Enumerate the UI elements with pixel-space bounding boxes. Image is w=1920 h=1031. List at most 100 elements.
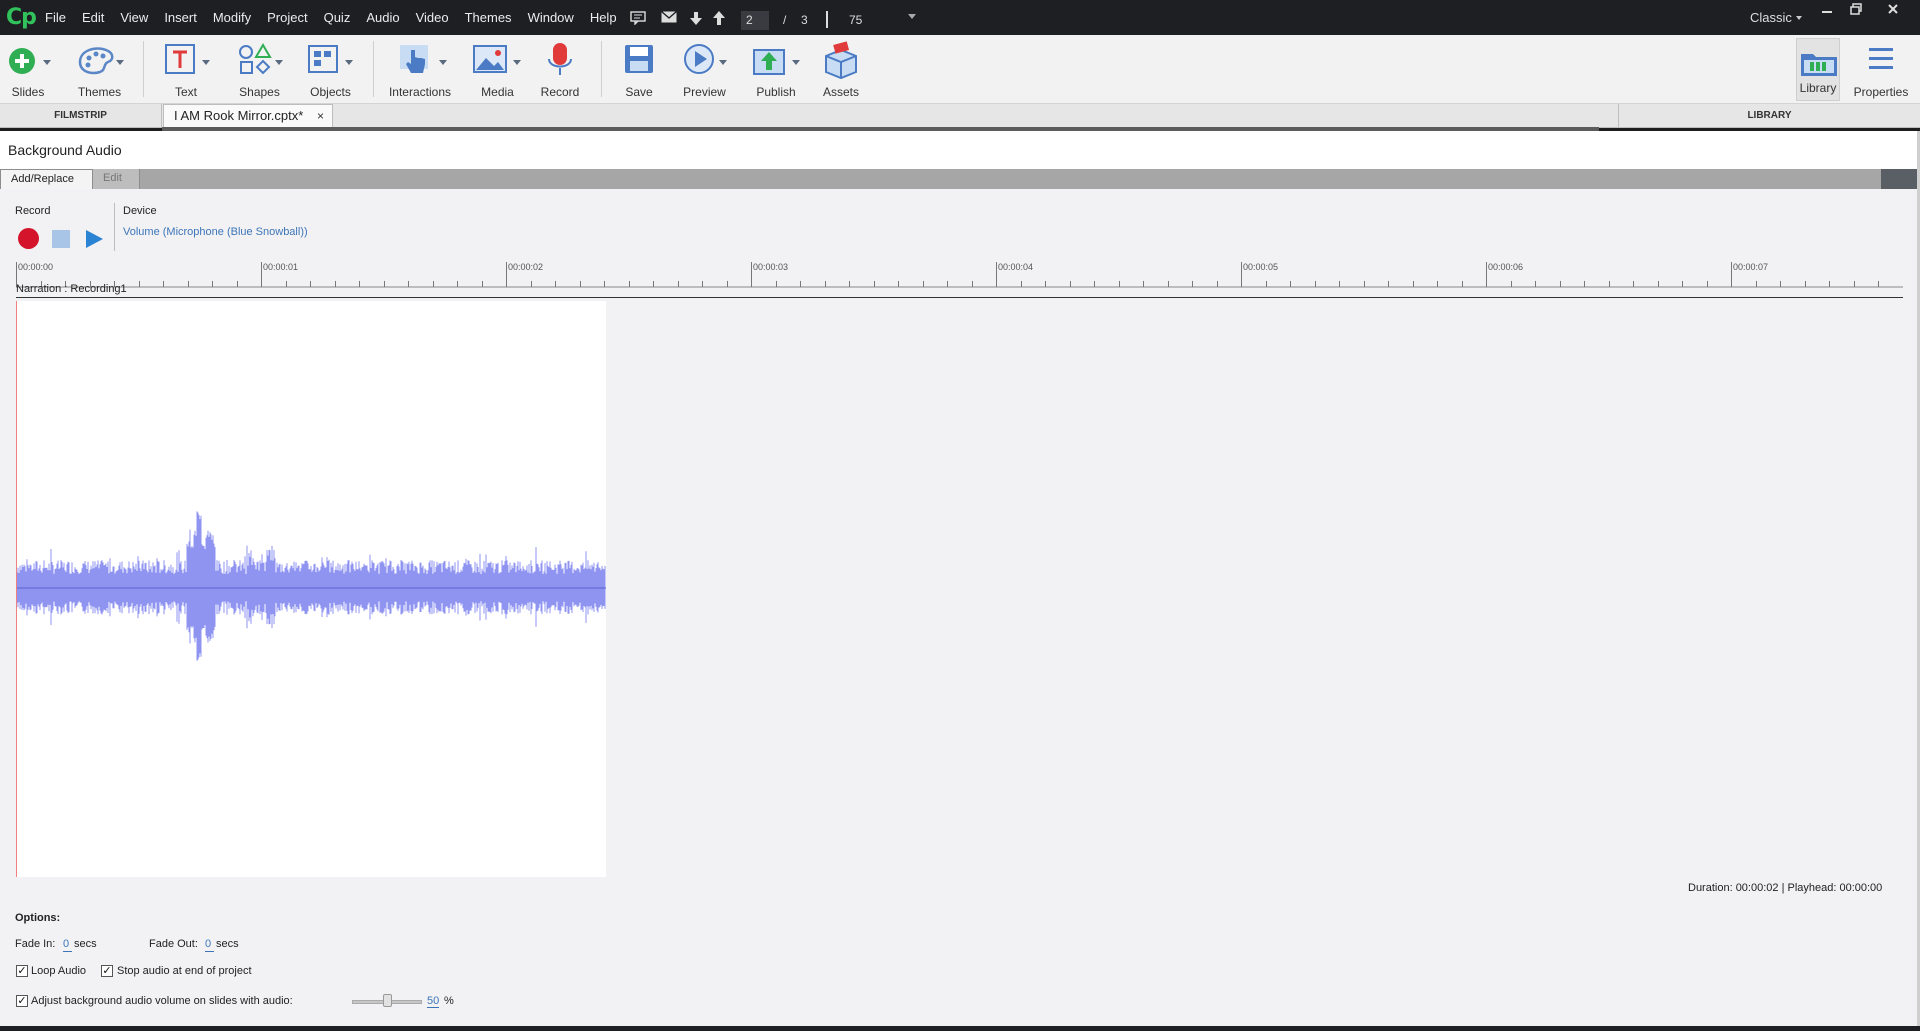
record-audio-button[interactable] <box>18 228 39 249</box>
tab-close-icon[interactable]: × <box>317 109 324 123</box>
library-tab[interactable]: LIBRARY <box>1618 104 1920 128</box>
dialog-title: Background Audio <box>8 142 122 158</box>
menu-modify[interactable]: Modify <box>213 10 251 25</box>
previous-slide-icon[interactable] <box>713 11 725 28</box>
toolbar-separator <box>601 41 602 97</box>
save-icon <box>615 40 663 80</box>
assets-button[interactable]: Assets <box>816 35 866 104</box>
menu-audio[interactable]: Audio <box>366 10 399 25</box>
ruler-label: 00:00:03 <box>753 262 789 272</box>
close-icon[interactable] <box>1882 2 1904 22</box>
volume-input[interactable]: 50 <box>427 995 440 1008</box>
palette-icon <box>72 40 127 80</box>
record-button[interactable]: Record <box>535 35 585 104</box>
background-audio-dialog: Background Audio Add/Replace Edit Record… <box>0 131 1917 1026</box>
filmstrip-tab[interactable]: FILMSTRIP <box>0 104 162 128</box>
timeline-ruler[interactable] <box>16 260 1903 288</box>
properties-button[interactable]: Properties <box>1853 35 1909 104</box>
stop-audio-checkbox[interactable]: ✓ <box>101 965 113 977</box>
menu-themes[interactable]: Themes <box>465 10 512 25</box>
device-link[interactable]: Volume (Microphone (Blue Snowball)) <box>123 226 308 238</box>
menu-list: File Edit View Insert Modify Project Qui… <box>45 0 633 35</box>
fade-in-input[interactable]: 0 <box>63 938 72 952</box>
hamburger-icon <box>1853 40 1909 80</box>
menu-project[interactable]: Project <box>267 10 307 25</box>
volume-unit: % <box>444 995 454 1007</box>
menu-view[interactable]: View <box>120 10 148 25</box>
comment-icon[interactable] <box>630 11 646 28</box>
ruler-label: 00:00:06 <box>1488 262 1524 272</box>
menu-window[interactable]: Window <box>528 10 574 25</box>
library-button[interactable]: Library <box>1796 38 1840 101</box>
track-divider <box>16 297 1903 298</box>
media-button[interactable]: Media <box>470 35 525 104</box>
menu-insert[interactable]: Insert <box>164 10 197 25</box>
ruler-label: 00:00:00 <box>18 262 54 272</box>
workspace-dropdown-icon[interactable] <box>1796 16 1802 20</box>
zoom-dropdown-icon[interactable] <box>908 14 916 19</box>
text-icon <box>160 40 212 80</box>
record-label: Record <box>15 205 51 217</box>
tabstrip-end <box>1881 169 1917 189</box>
slide-separator: / <box>783 13 787 27</box>
assets-icon <box>816 40 866 80</box>
fade-out-input[interactable]: 0 <box>205 938 214 952</box>
microphone-icon <box>535 40 585 80</box>
play-circle-icon <box>677 40 732 80</box>
adjust-volume-checkbox[interactable]: ✓ <box>16 995 28 1007</box>
options-title: Options: <box>15 912 61 924</box>
volume-slider-thumb[interactable] <box>383 994 392 1007</box>
record-device-divider <box>114 203 115 251</box>
fade-in-unit: secs <box>74 938 97 950</box>
fade-out-unit: secs <box>216 938 239 950</box>
tab-add-replace[interactable]: Add/Replace <box>0 169 93 189</box>
shapes-button[interactable]: Shapes <box>232 35 287 104</box>
adjust-volume-label: Adjust background audio volume on slides… <box>31 995 293 1007</box>
menu-file[interactable]: File <box>45 10 66 25</box>
objects-icon <box>303 40 358 80</box>
play-audio-button[interactable] <box>86 230 103 248</box>
document-tab-title: I AM Rook Mirror.cptx* <box>174 108 304 123</box>
next-slide-icon[interactable] <box>690 11 702 28</box>
dialog-tabs: Add/Replace Edit <box>0 169 1917 189</box>
app-logo: Cp <box>6 5 37 30</box>
themes-button[interactable]: Themes <box>72 35 127 104</box>
zoom-level[interactable]: 75 <box>849 13 862 27</box>
menu-quiz[interactable]: Quiz <box>324 10 351 25</box>
shapes-icon <box>232 40 287 80</box>
menu-edit[interactable]: Edit <box>82 10 104 25</box>
slide-number-input[interactable]: 2 <box>741 11 769 30</box>
slides-button[interactable]: Slides <box>2 35 54 104</box>
fade-in-label: Fade In: <box>15 938 56 950</box>
image-icon <box>470 40 525 80</box>
toolbar-divider <box>826 11 828 28</box>
stop-audio-button[interactable] <box>52 230 70 248</box>
tab-edit[interactable]: Edit <box>93 169 140 189</box>
text-button[interactable]: Text <box>160 35 212 104</box>
ruler-label: 00:00:02 <box>508 262 544 272</box>
menu-video[interactable]: Video <box>416 10 449 25</box>
publish-button[interactable]: Publish <box>748 35 804 104</box>
mail-icon[interactable] <box>661 10 677 26</box>
loop-audio-label: Loop Audio <box>31 965 87 977</box>
objects-button[interactable]: Objects <box>303 35 358 104</box>
audio-waveform <box>16 511 606 661</box>
app-window: Cp File Edit View Insert Modify Project … <box>0 0 1920 1031</box>
waveform-area[interactable] <box>16 301 606 877</box>
ruler-label: 00:00:04 <box>998 262 1034 272</box>
workspace-switcher[interactable]: Classic <box>1750 10 1792 25</box>
loop-audio-checkbox[interactable]: ✓ <box>16 965 28 977</box>
menu-bar: Cp File Edit View Insert Modify Project … <box>0 0 1920 35</box>
minimize-icon[interactable] <box>1816 2 1838 22</box>
restore-icon[interactable] <box>1845 2 1867 22</box>
library-folder-icon <box>1797 44 1839 84</box>
preview-button[interactable]: Preview <box>677 35 732 104</box>
ruler-label: 00:00:07 <box>1733 262 1769 272</box>
save-button[interactable]: Save <box>615 35 663 104</box>
playhead[interactable] <box>16 301 17 877</box>
document-tab[interactable]: I AM Rook Mirror.cptx* <box>163 104 333 128</box>
status-bar <box>0 1026 1920 1031</box>
device-label: Device <box>123 205 157 217</box>
menu-help[interactable]: Help <box>590 10 617 25</box>
interactions-button[interactable]: Interactions <box>385 35 455 104</box>
